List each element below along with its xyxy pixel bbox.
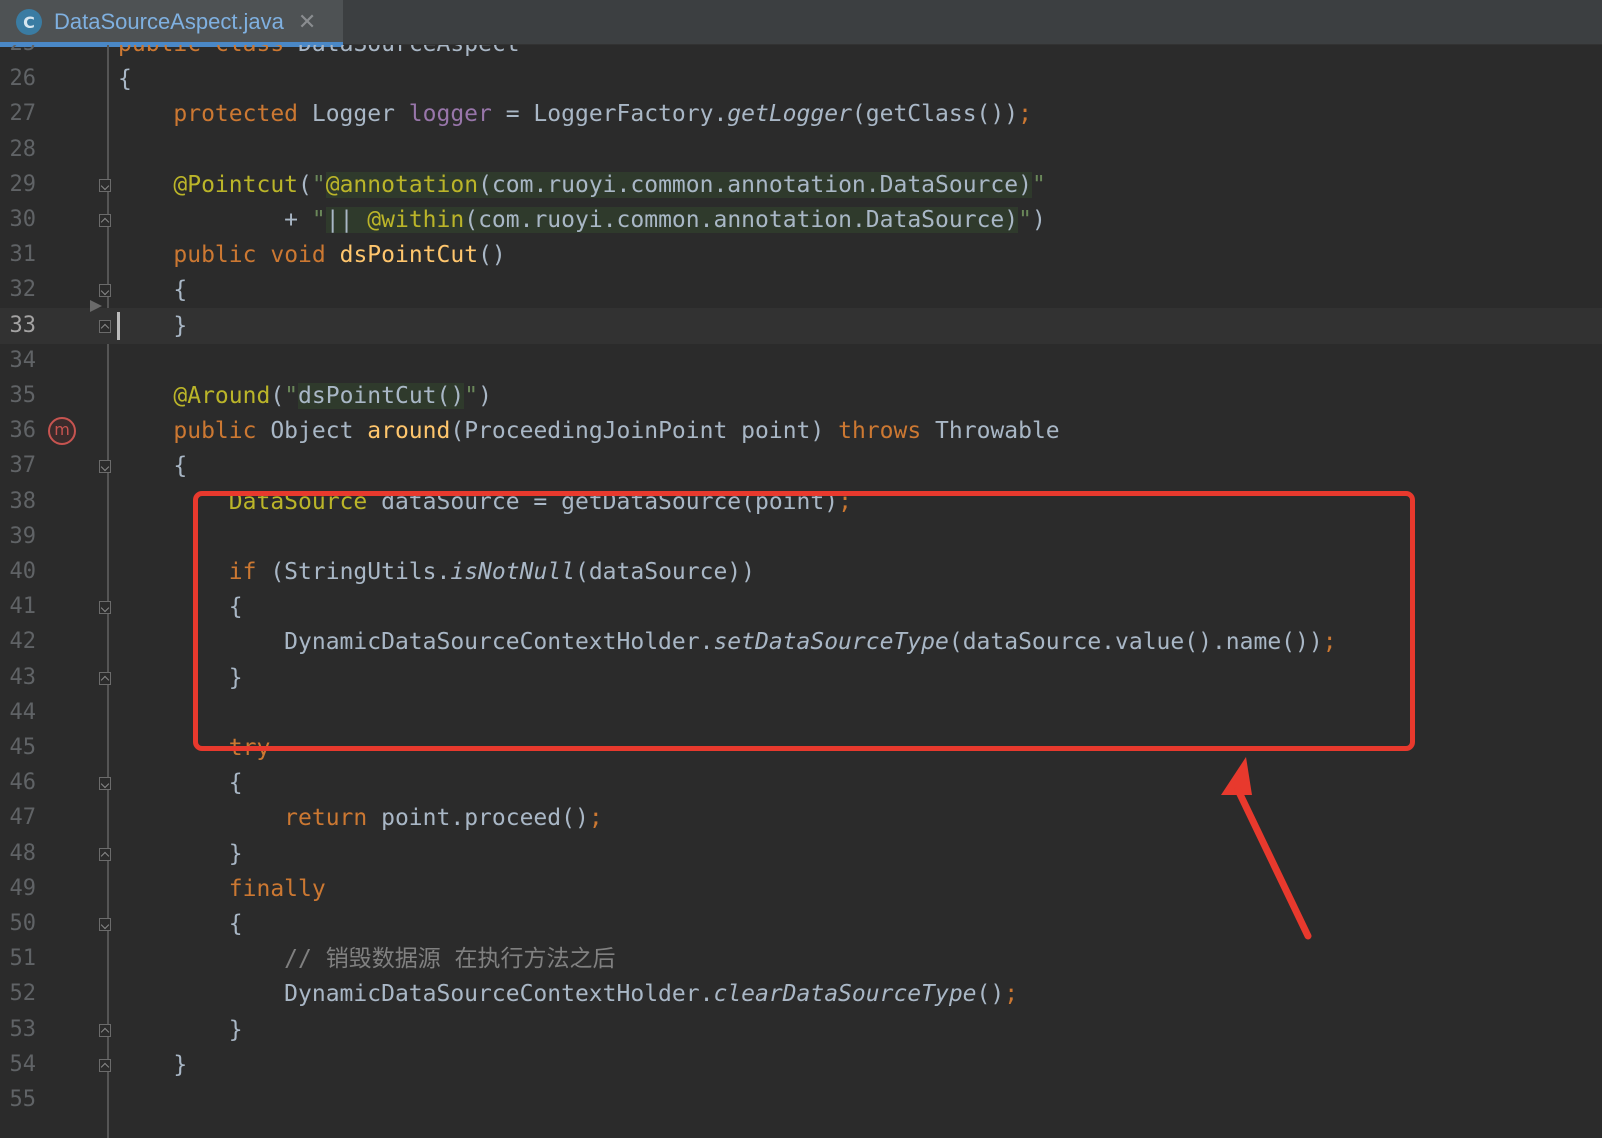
fold-toggle-icon[interactable] <box>99 777 111 791</box>
code-text: { <box>118 453 188 480</box>
line-number: 37 <box>9 453 37 479</box>
code-line-34[interactable]: 34 <box>0 343 1602 379</box>
line-number: 28 <box>9 136 37 162</box>
java-class-icon: C <box>16 9 42 35</box>
code-text: finally <box>228 875 326 902</box>
line-number: 41 <box>9 594 37 620</box>
code-text: } <box>118 312 188 339</box>
fold-toggle-icon[interactable] <box>99 918 111 931</box>
code-line-50[interactable]: 50 { <box>0 906 1602 942</box>
advice-method-icon[interactable]: m <box>48 417 76 446</box>
code-text: @Around("dsPointCut()") <box>173 383 492 409</box>
line-number: 52 <box>9 981 37 1007</box>
fold-toggle-icon[interactable] <box>99 460 111 474</box>
code-text: public Object around(ProceedingJoinPoint… <box>173 418 1060 445</box>
code-line-53[interactable]: 53 } <box>0 1012 1602 1048</box>
fold-toggle-icon[interactable] <box>99 847 111 861</box>
code-text: @Pointcut("@annotation(com.ruoyi.common.… <box>173 171 1046 198</box>
code-line-49[interactable]: 49 finally <box>0 871 1602 907</box>
code-line-33[interactable]: 33 } <box>0 299 1602 344</box>
line-number: 47 <box>9 805 37 831</box>
code-line-31[interactable]: 31 public void dsPointCut() <box>0 237 1602 273</box>
fold-toggle-icon[interactable] <box>99 319 111 333</box>
line-number: 54 <box>9 1051 37 1077</box>
code-text: { <box>118 66 132 93</box>
fold-toggle-icon[interactable] <box>99 1023 111 1037</box>
line-number: 31 <box>9 242 37 268</box>
line-number: 48 <box>9 840 37 866</box>
line-number: 26 <box>9 66 37 92</box>
code-text: + "|| @within(com.ruoyi.common.annotatio… <box>118 207 1046 233</box>
code-text: } <box>118 840 243 867</box>
execution-point-icon <box>90 299 102 312</box>
line-number: 25 <box>0 45 37 62</box>
fold-toggle-icon[interactable] <box>99 601 111 615</box>
line-number: 27 <box>9 101 37 127</box>
code-text: { <box>118 277 188 304</box>
line-number: 35 <box>9 383 37 408</box>
tab-datasourceaspect[interactable]: C DataSourceAspect.java ✕ <box>0 0 343 47</box>
code-line-46[interactable]: 46 { <box>0 765 1602 801</box>
code-editor[interactable]: 25 public class DataSourceAspect 26 {27 pro… <box>0 45 1602 1138</box>
code-text: { <box>118 911 243 937</box>
line-number: 51 <box>9 946 37 972</box>
code-line-51[interactable]: 51 // 销毁数据源 在执行方法之后 <box>0 941 1602 977</box>
code-line-35[interactable]: 35 @Around("dsPointCut()") <box>0 378 1602 414</box>
line-number: 32 <box>9 277 37 303</box>
code-line-30[interactable]: 30 + "|| @within(com.ruoyi.common.annota… <box>0 202 1602 238</box>
code-line-37[interactable]: 37 { <box>0 448 1602 484</box>
line-number: 30 <box>9 207 37 232</box>
fold-toggle-icon[interactable] <box>99 214 111 227</box>
code-text: } <box>118 1016 243 1043</box>
line-number: 50 <box>9 911 37 936</box>
line-number: 39 <box>9 523 37 549</box>
code-line-32[interactable]: 32 { <box>0 272 1602 308</box>
tab-title: DataSourceAspect.java <box>54 9 284 34</box>
code-text: // 销毁数据源 在执行方法之后 <box>284 946 616 973</box>
code-line-36[interactable]: 36 m public Object around(ProceedingJoinP… <box>0 413 1602 449</box>
fold-toggle-icon[interactable] <box>99 284 111 298</box>
line-number: 45 <box>9 735 37 760</box>
fold-toggle-icon[interactable] <box>99 1058 111 1072</box>
code-line-54[interactable]: 54 } <box>0 1047 1602 1083</box>
line-number: 46 <box>9 770 37 796</box>
code-text: return point.proceed(); <box>284 805 603 832</box>
close-icon[interactable]: ✕ <box>298 10 316 35</box>
line-number: 33 <box>9 312 37 338</box>
code-line-52[interactable]: 52 DynamicDataSourceContextHolder.clearD… <box>0 976 1602 1012</box>
code-line-26[interactable]: 26 { <box>0 61 1602 97</box>
line-number: 36 <box>9 418 37 444</box>
line-number: 38 <box>9 488 37 514</box>
fold-toggle-icon[interactable] <box>99 178 111 192</box>
code-text: public class DataSourceAspect <box>118 45 520 62</box>
code-text: public void dsPointCut() <box>173 242 506 269</box>
editor-tab-bar: C DataSourceAspect.java ✕ <box>0 0 1602 47</box>
code-text: protected Logger logger = LoggerFactory.… <box>173 101 1032 128</box>
code-text: { <box>118 770 243 797</box>
line-number: 43 <box>9 664 37 690</box>
annotation-highlight-box <box>193 491 1415 751</box>
code-line-48[interactable]: 48 } <box>0 836 1602 872</box>
line-number: 42 <box>9 629 37 655</box>
code-text: DynamicDataSourceContextHolder.clearData… <box>118 981 1019 1008</box>
code-line-28[interactable]: 28 <box>0 132 1602 168</box>
code-line-25[interactable]: 25 public class DataSourceAspect <box>0 45 1602 62</box>
line-number: 40 <box>9 559 37 584</box>
code-text: } <box>118 1051 188 1078</box>
line-number: 53 <box>9 1016 37 1042</box>
line-number: 55 <box>9 1087 37 1112</box>
line-number: 34 <box>9 347 37 373</box>
line-number: 44 <box>9 699 37 725</box>
code-line-29[interactable]: 29 @Pointcut("@annotation(com.ruoyi.comm… <box>0 167 1602 203</box>
code-line-47[interactable]: 47 return point.proceed(); <box>0 800 1602 836</box>
fold-toggle-icon[interactable] <box>99 671 111 685</box>
code-line-55[interactable]: 55 <box>0 1082 1602 1118</box>
line-number: 29 <box>9 171 37 197</box>
line-number: 49 <box>9 875 37 901</box>
code-line-27[interactable]: 27 protected Logger logger = LoggerFacto… <box>0 96 1602 132</box>
